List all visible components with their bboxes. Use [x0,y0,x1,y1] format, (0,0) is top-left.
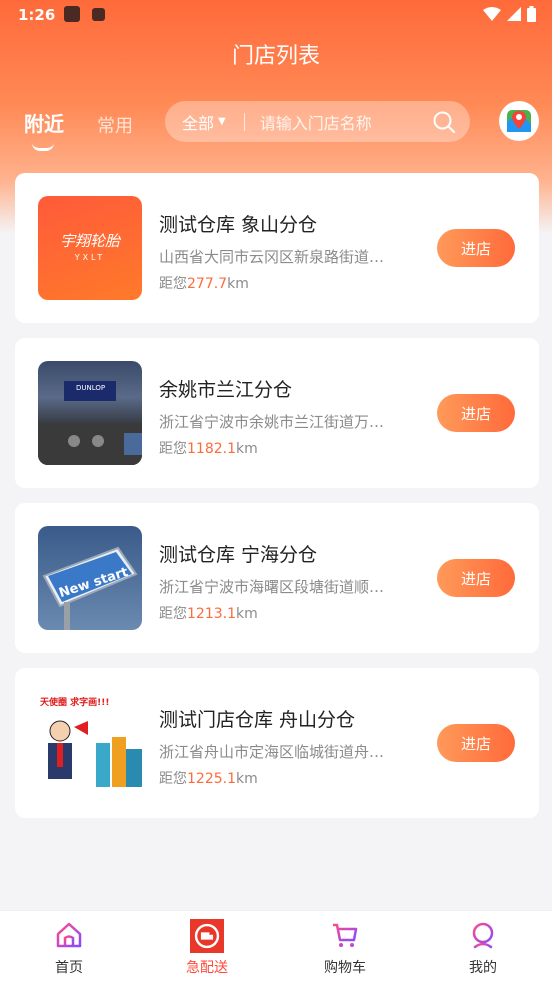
delivery-truck-icon [190,919,224,953]
store-card[interactable]: 天使圈 求字画!!! 测试门店仓库 舟山分仓 浙江省舟山市定海区临城街道舟… 距… [15,668,539,818]
enter-store-button[interactable]: 进店 [437,559,515,597]
store-card[interactable]: New start 测试仓库 宁海分仓 浙江省宁波市海曙区段塘街道顺… 距您12… [15,503,539,653]
store-name: 测试仓库 象山分仓 [159,214,318,236]
store-address: 浙江省舟山市定海区临城街道舟… [159,743,385,761]
bottom-tab-bar: 首页 急配送 购物车 我的 [0,910,552,983]
search-filter-label: 全部 [182,113,215,133]
store-name: 测试门店仓库 舟山分仓 [159,709,356,731]
wifi-icon [483,7,501,21]
store-distance: 距您277.7km [159,273,249,293]
user-icon [472,922,494,949]
enter-store-button[interactable]: 进店 [437,394,515,432]
distance-unit: km [236,441,258,457]
logo-text: 宇翔轮胎 [60,232,122,250]
enter-store-button[interactable]: 进店 [437,724,515,762]
tabbar-home-label: 首页 [55,960,83,976]
store-card[interactable]: DUNLOP 余姚市兰江分仓 浙江省宁波市余姚市兰江街道万… 距您1182.1k… [15,338,539,488]
tabbar-mine[interactable]: 我的 [414,911,552,983]
tab-common[interactable]: 常用 [97,112,133,138]
distance-unit: km [236,771,258,787]
status-icons [483,6,536,22]
store-list: 宇翔轮胎 YXLT 测试仓库 象山分仓 山西省大同市云冈区新泉路街道… 距您27… [15,173,539,833]
store-distance: 距您1182.1km [159,438,258,458]
distance-value: 1182.1 [187,441,236,457]
store-photo: New start [38,526,142,630]
caret-down-icon: ▼ [218,116,226,127]
distance-prefix: 距您 [159,606,187,622]
distance-value: 1225.1 [187,771,236,787]
store-name: 余姚市兰江分仓 [159,379,293,401]
cart-icon [333,923,358,947]
search-filter-dropdown[interactable]: 全部 ▼ [182,110,226,134]
distance-prefix: 距您 [159,771,187,787]
store-address: 山西省大同市云冈区新泉路街道… [159,248,385,266]
divider [243,112,245,131]
store-distance: 距您1213.1km [159,603,258,623]
search-bar[interactable]: 全部 ▼ 请输入门店名称 [165,101,470,142]
store-name: 测试仓库 宁海分仓 [159,544,318,566]
page-title: 门店列表 [231,44,320,69]
enter-store-button[interactable]: 进店 [437,229,515,267]
status-bar: 1:26 [0,0,552,32]
store-card[interactable]: 宇翔轮胎 YXLT 测试仓库 象山分仓 山西省大同市云冈区新泉路街道… 距您27… [15,173,539,323]
map-pin-icon [507,110,531,132]
distance-unit: km [227,276,249,292]
distance-prefix: 距您 [159,441,187,457]
tabbar-cart[interactable]: 购物车 [276,911,414,983]
search-icon[interactable] [432,110,456,134]
tabbar-mine-label: 我的 [469,960,497,976]
logo-subtext: YXLT [74,253,106,262]
tabbar-cart-label: 购物车 [324,960,366,976]
store-photo: DUNLOP [38,361,142,465]
tabbar-express-label: 急配送 [186,960,228,976]
store-logo: 宇翔轮胎 YXLT [38,196,142,300]
store-photo: 天使圈 求字画!!! [38,691,142,795]
battery-icon [527,6,536,22]
store-address: 浙江省宁波市余姚市兰江街道万… [159,413,385,431]
distance-unit: km [236,606,258,622]
distance-prefix: 距您 [159,276,187,292]
home-icon [56,922,82,948]
distance-value: 277.7 [187,276,228,292]
store-address: 浙江省宁波市海曙区段塘街道顺… [159,578,385,596]
notification-icon [92,8,105,21]
status-time: 1:26 [18,6,56,24]
logo-text: DUNLOP [76,384,105,392]
signal-icon [507,7,521,21]
logo-text: 天使圈 求字画!!! [40,696,109,708]
map-button[interactable] [499,101,539,141]
store-distance: 距您1225.1km [159,768,258,788]
search-input[interactable]: 请输入门店名称 [260,110,432,134]
tabbar-express[interactable]: 急配送 [138,911,276,983]
notification-icon [64,6,80,22]
tab-nearby[interactable]: 附近 [24,108,64,137]
distance-value: 1213.1 [187,606,236,622]
tabbar-home[interactable]: 首页 [0,911,138,983]
